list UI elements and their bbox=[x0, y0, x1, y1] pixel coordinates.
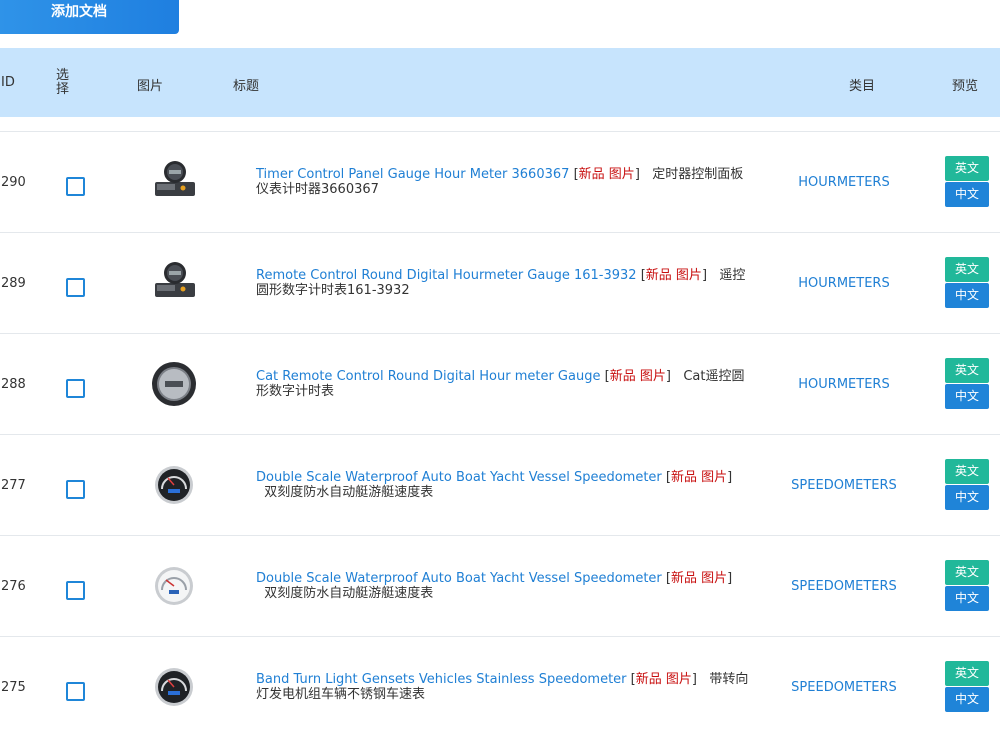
header-id: ID bbox=[1, 75, 15, 90]
title-en-link[interactable]: Band Turn Light Gensets Vehicles Stainle… bbox=[256, 672, 627, 687]
row-title: Double Scale Waterproof Auto Boat Yacht … bbox=[256, 571, 751, 601]
tag-new-link[interactable]: 新品 bbox=[671, 470, 697, 485]
title-en-link[interactable]: Double Scale Waterproof Auto Boat Yacht … bbox=[256, 470, 662, 485]
bracket: ] bbox=[727, 470, 733, 485]
row-title: Cat Remote Control Round Digital Hour me… bbox=[256, 369, 751, 399]
row-checkbox[interactable] bbox=[66, 177, 85, 196]
row-checkbox[interactable] bbox=[66, 379, 85, 398]
preview-en-button[interactable]: 英文 bbox=[945, 459, 989, 484]
category-link[interactable]: HOURMETERS bbox=[740, 276, 948, 291]
preview-zh-button[interactable]: 中文 bbox=[945, 182, 989, 207]
header-preview: 预览 bbox=[952, 79, 979, 94]
tag-image-link[interactable]: 图片 bbox=[676, 268, 702, 283]
speedometer-white-icon bbox=[148, 560, 200, 612]
row-title: Timer Control Panel Gauge Hour Meter 366… bbox=[256, 167, 751, 197]
bracket: ] bbox=[691, 672, 697, 687]
tag-image-link[interactable]: 图片 bbox=[640, 369, 666, 384]
bracket: ] bbox=[665, 369, 671, 384]
speedometer-dark-icon bbox=[148, 459, 200, 511]
hourmeter-panel-icon bbox=[148, 156, 200, 208]
tag-new-link[interactable]: 新品 bbox=[646, 268, 672, 283]
bracket: ] bbox=[727, 571, 733, 586]
title-zh: 双刻度防水自动艇游艇速度表 bbox=[264, 485, 434, 500]
row-id: 289 bbox=[1, 276, 26, 291]
category-link[interactable]: HOURMETERS bbox=[740, 377, 948, 392]
row-checkbox[interactable] bbox=[66, 480, 85, 499]
header-title: 标题 bbox=[233, 79, 260, 94]
preview-en-button[interactable]: 英文 bbox=[945, 257, 989, 282]
title-en-link[interactable]: Cat Remote Control Round Digital Hour me… bbox=[256, 369, 600, 384]
bracket: ] bbox=[634, 167, 640, 182]
category-link[interactable]: HOURMETERS bbox=[740, 175, 948, 190]
speedometer-dark-icon bbox=[148, 661, 200, 713]
title-zh: 双刻度防水自动艇游艇速度表 bbox=[264, 586, 434, 601]
bracket: ] bbox=[701, 268, 708, 283]
row-id: 288 bbox=[1, 377, 26, 392]
table-body: 290 Timer Control Panel Gauge Hour Meter… bbox=[0, 131, 1000, 737]
header-category: 类目 bbox=[849, 79, 876, 94]
table-row: 289 Remote Control Round Digital Hourmet… bbox=[0, 232, 1000, 333]
row-id: 275 bbox=[1, 680, 26, 695]
row-checkbox[interactable] bbox=[66, 682, 85, 701]
header-select: 选择 bbox=[56, 68, 70, 97]
add-document-button[interactable]: 添加文档 bbox=[0, 0, 179, 34]
category-link[interactable]: SPEEDOMETERS bbox=[740, 579, 948, 594]
table-row: 277 Double Scale Waterproof Auto Boat Ya… bbox=[0, 434, 1000, 535]
table-row: 290 Timer Control Panel Gauge Hour Meter… bbox=[0, 131, 1000, 232]
row-id: 276 bbox=[1, 579, 26, 594]
row-title: Double Scale Waterproof Auto Boat Yacht … bbox=[256, 470, 751, 500]
header-image: 图片 bbox=[137, 79, 164, 94]
category-link[interactable]: SPEEDOMETERS bbox=[740, 478, 948, 493]
tag-new-link[interactable]: 新品 bbox=[671, 571, 697, 586]
category-link[interactable]: SPEEDOMETERS bbox=[740, 680, 948, 695]
preview-zh-button[interactable]: 中文 bbox=[945, 384, 989, 409]
tag-new-link[interactable]: 新品 bbox=[610, 369, 636, 384]
row-id: 277 bbox=[1, 478, 26, 493]
title-en-link[interactable]: Remote Control Round Digital Hourmeter G… bbox=[256, 268, 637, 283]
tag-image-link[interactable]: 图片 bbox=[701, 571, 727, 586]
tag-new-link[interactable]: 新品 bbox=[579, 167, 605, 182]
tag-image-link[interactable]: 图片 bbox=[666, 672, 692, 687]
preview-en-button[interactable]: 英文 bbox=[945, 358, 989, 383]
round-digital-gauge-icon bbox=[148, 358, 200, 410]
row-title: Band Turn Light Gensets Vehicles Stainle… bbox=[256, 672, 751, 702]
preview-zh-button[interactable]: 中文 bbox=[945, 687, 989, 712]
preview-en-button[interactable]: 英文 bbox=[945, 156, 989, 181]
preview-zh-button[interactable]: 中文 bbox=[945, 586, 989, 611]
preview-zh-button[interactable]: 中文 bbox=[945, 283, 989, 308]
preview-zh-button[interactable]: 中文 bbox=[945, 485, 989, 510]
row-title: Remote Control Round Digital Hourmeter G… bbox=[256, 268, 751, 298]
preview-en-button[interactable]: 英文 bbox=[945, 661, 989, 686]
table-row: 288 Cat Remote Control Round Digital Hou… bbox=[0, 333, 1000, 434]
tag-new-link[interactable]: 新品 bbox=[636, 672, 662, 687]
hourmeter-panel-icon bbox=[148, 257, 200, 309]
tag-image-link[interactable]: 图片 bbox=[609, 167, 635, 182]
table-header: ID 选择 图片 标题 类目 预览 bbox=[0, 48, 1000, 117]
row-checkbox[interactable] bbox=[66, 581, 85, 600]
preview-en-button[interactable]: 英文 bbox=[945, 560, 989, 585]
title-en-link[interactable]: Double Scale Waterproof Auto Boat Yacht … bbox=[256, 571, 662, 586]
table-row: 276 Double Scale Waterproof Auto Boat Ya… bbox=[0, 535, 1000, 636]
tag-image-link[interactable]: 图片 bbox=[701, 470, 727, 485]
row-checkbox[interactable] bbox=[66, 278, 85, 297]
title-en-link[interactable]: Timer Control Panel Gauge Hour Meter 366… bbox=[256, 167, 569, 182]
row-id: 290 bbox=[1, 175, 26, 190]
